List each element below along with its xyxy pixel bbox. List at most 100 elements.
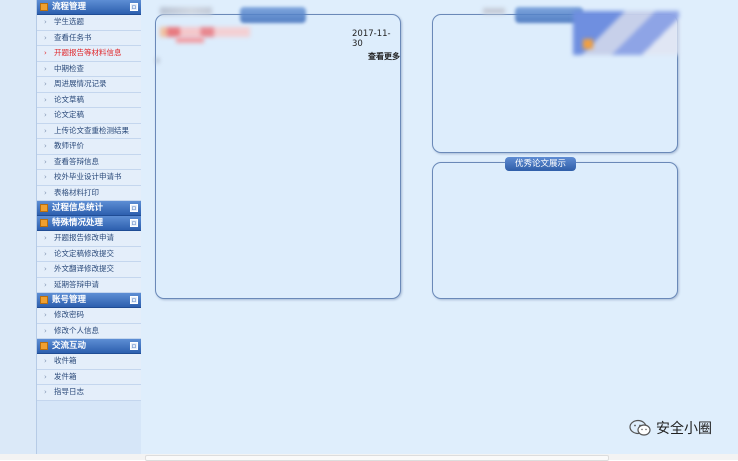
info-panel (432, 7, 679, 153)
sidebar-menu-item[interactable]: › 论文定稿修改提交 (37, 246, 141, 262)
sidebar-menu-item[interactable]: › 修改个人信息 (37, 323, 141, 339)
sidebar-menu-label: 延期答辩申请 (54, 279, 99, 289)
folder-icon (40, 3, 48, 11)
sidebar-menu-item[interactable]: › 论文定稿 (37, 108, 141, 124)
sidebar-menu-item[interactable]: › 指导日志 (37, 385, 141, 401)
chevron-right-icon: › (44, 95, 47, 104)
info-title-blurred (483, 8, 505, 14)
chevron-right-icon: › (44, 173, 47, 181)
chevron-right-icon: › (44, 234, 47, 242)
sidebar-menu-item[interactable]: › 查看任务书 (37, 30, 141, 46)
folder-icon (40, 296, 48, 304)
collapse-icon[interactable]: ▫ (130, 219, 138, 227)
sidebar-menu-label: 论文定稿修改提交 (54, 248, 114, 258)
chevron-right-icon: › (44, 126, 47, 135)
sidebar-section-title: 特殊情况处理 (52, 218, 104, 228)
excellent-thesis-tab: 优秀论文展示 (505, 157, 577, 171)
collapse-icon[interactable]: ▫ (130, 3, 138, 11)
chevron-right-icon: › (44, 64, 47, 73)
sidebar-menu-label: 开题报告等材料信息 (54, 48, 122, 57)
sidebar-menu-label: 发件箱 (54, 371, 77, 381)
notice-panel: 2017-11-30 查看更多 (155, 7, 401, 299)
collapse-icon[interactable]: ▫ (130, 342, 138, 350)
folder-icon (40, 204, 48, 212)
sidebar-section-title: 流程管理 (52, 2, 87, 12)
chevron-right-icon: › (44, 388, 47, 396)
chevron-right-icon: › (44, 280, 47, 289)
sidebar-menu-item[interactable]: › 查看答辩信息 (37, 154, 141, 170)
page-frame: 流程管理 ▫ › 学生选题 › 查看任务书 › 开题报告等材料信息 › 中期检查 › 周进展情况记录 ›… (0, 0, 738, 454)
bottom-scrollbar[interactable] (0, 454, 738, 461)
chevron-right-icon: › (44, 49, 47, 57)
sidebar-menu-item[interactable]: › 校外毕业设计申请书 (37, 170, 141, 186)
collapse-icon[interactable]: ▫ (130, 204, 138, 212)
sidebar-menu-item[interactable]: › 教师评价 (37, 139, 141, 155)
sidebar-section-header[interactable]: 账号管理 ▫ (37, 293, 141, 308)
sidebar-menu-label: 外文翻译修改提交 (54, 264, 114, 273)
sidebar-menu-item[interactable]: › 论文草稿 (37, 92, 141, 108)
sidebar-menu-label: 学生选题 (54, 17, 84, 26)
sidebar-section-header[interactable]: 交流互动 ▫ (37, 339, 141, 354)
sidebar-menu-label: 上传论文查重检测结果 (54, 125, 129, 135)
sidebar-menu-label: 论文定稿 (54, 110, 84, 119)
sidebar-menu-item[interactable]: › 中期检查 (37, 61, 141, 77)
sidebar-menu-item[interactable]: › 学生选题 (37, 15, 141, 31)
sidebar-menu-item[interactable]: › 外文翻译修改提交 (37, 262, 141, 278)
notice-date: 2017-11-30 (352, 29, 391, 49)
chevron-right-icon: › (44, 33, 47, 42)
chevron-right-icon: › (44, 157, 47, 166)
sidebar-menu-label: 周进展情况记录 (54, 79, 107, 88)
sidebar-section-header[interactable]: 流程管理 ▫ (37, 0, 141, 15)
sidebar-section-title: 交流互动 (52, 341, 87, 351)
notice-item-blurred (160, 27, 250, 37)
chevron-right-icon: › (44, 372, 47, 381)
excellent-thesis-panel: 优秀论文展示 (432, 157, 678, 299)
collapse-icon[interactable]: ▫ (130, 296, 138, 304)
watermark-text: 安全小圈 (656, 421, 712, 437)
chevron-right-icon: › (44, 249, 47, 258)
sidebar-menu-item[interactable]: › 收件箱 (37, 354, 141, 370)
chevron-right-icon: › (44, 311, 47, 319)
sidebar-section-title: 账号管理 (52, 295, 87, 305)
sidebar-menu-label: 收件箱 (54, 356, 77, 365)
sidebar-menu-label: 中期检查 (54, 63, 84, 73)
watermark: 安全小圈 (629, 416, 712, 440)
sidebar-menu-item[interactable]: › 开题报告修改申请 (37, 231, 141, 247)
sidebar-section-header[interactable]: 特殊情况处理 ▫ (37, 216, 141, 231)
sidebar-menu-label: 修改密码 (54, 310, 84, 319)
chevron-right-icon: › (44, 188, 47, 197)
sidebar-menu-label: 查看答辩信息 (54, 156, 99, 166)
info-badge-blurred (583, 39, 593, 49)
folder-icon (40, 219, 48, 227)
sidebar-menu-label: 指导日志 (54, 387, 84, 396)
notice-panel-tab (240, 7, 306, 23)
sidebar-section-title: 过程信息统计 (52, 203, 104, 213)
sidebar-menu-label: 查看任务书 (54, 32, 92, 42)
sidebar-menu-item[interactable]: › 上传论文查重检测结果 (37, 123, 141, 139)
sidebar-menu-label: 开题报告修改申请 (54, 233, 114, 242)
sidebar-menu-label: 教师评价 (54, 141, 84, 150)
sidebar-menu-label: 论文草稿 (54, 94, 84, 104)
notice-item-blurred-2 (176, 37, 204, 43)
chevron-right-icon: › (44, 357, 47, 365)
sidebar-menu-item[interactable]: › 发件箱 (37, 369, 141, 385)
sidebar-menu-item[interactable]: › 开题报告等材料信息 (37, 46, 141, 62)
sidebar-menu-item[interactable]: › 延期答辩申请 (37, 277, 141, 293)
chevron-right-icon: › (44, 265, 47, 273)
sidebar-menu-item[interactable]: › 表格材料打印 (37, 185, 141, 201)
chevron-right-icon: › (44, 18, 47, 26)
horizontal-scroll-thumb[interactable] (145, 455, 609, 461)
sidebar-menu-label: 校外毕业设计申请书 (54, 172, 122, 181)
main-content: 2017-11-30 查看更多 优秀论文展示 (141, 0, 738, 454)
sidebar-menu-item[interactable]: › 周进展情况记录 (37, 77, 141, 93)
notice-bullet-blurred (156, 58, 159, 63)
view-more-link[interactable]: 查看更多 (368, 51, 400, 62)
sidebar-menu-label: 表格材料打印 (54, 187, 99, 197)
sidebar-section-header[interactable]: 过程信息统计 ▫ (37, 201, 141, 216)
notice-headline-blurred (160, 7, 212, 15)
sidebar-menu-label: 修改个人信息 (54, 325, 99, 335)
wechat-icon (629, 419, 651, 436)
chevron-right-icon: › (44, 142, 47, 150)
sidebar-menu-item[interactable]: › 修改密码 (37, 308, 141, 324)
sidebar-nav: 流程管理 ▫ › 学生选题 › 查看任务书 › 开题报告等材料信息 › 中期检查 › 周进展情况记录 ›… (36, 0, 142, 454)
